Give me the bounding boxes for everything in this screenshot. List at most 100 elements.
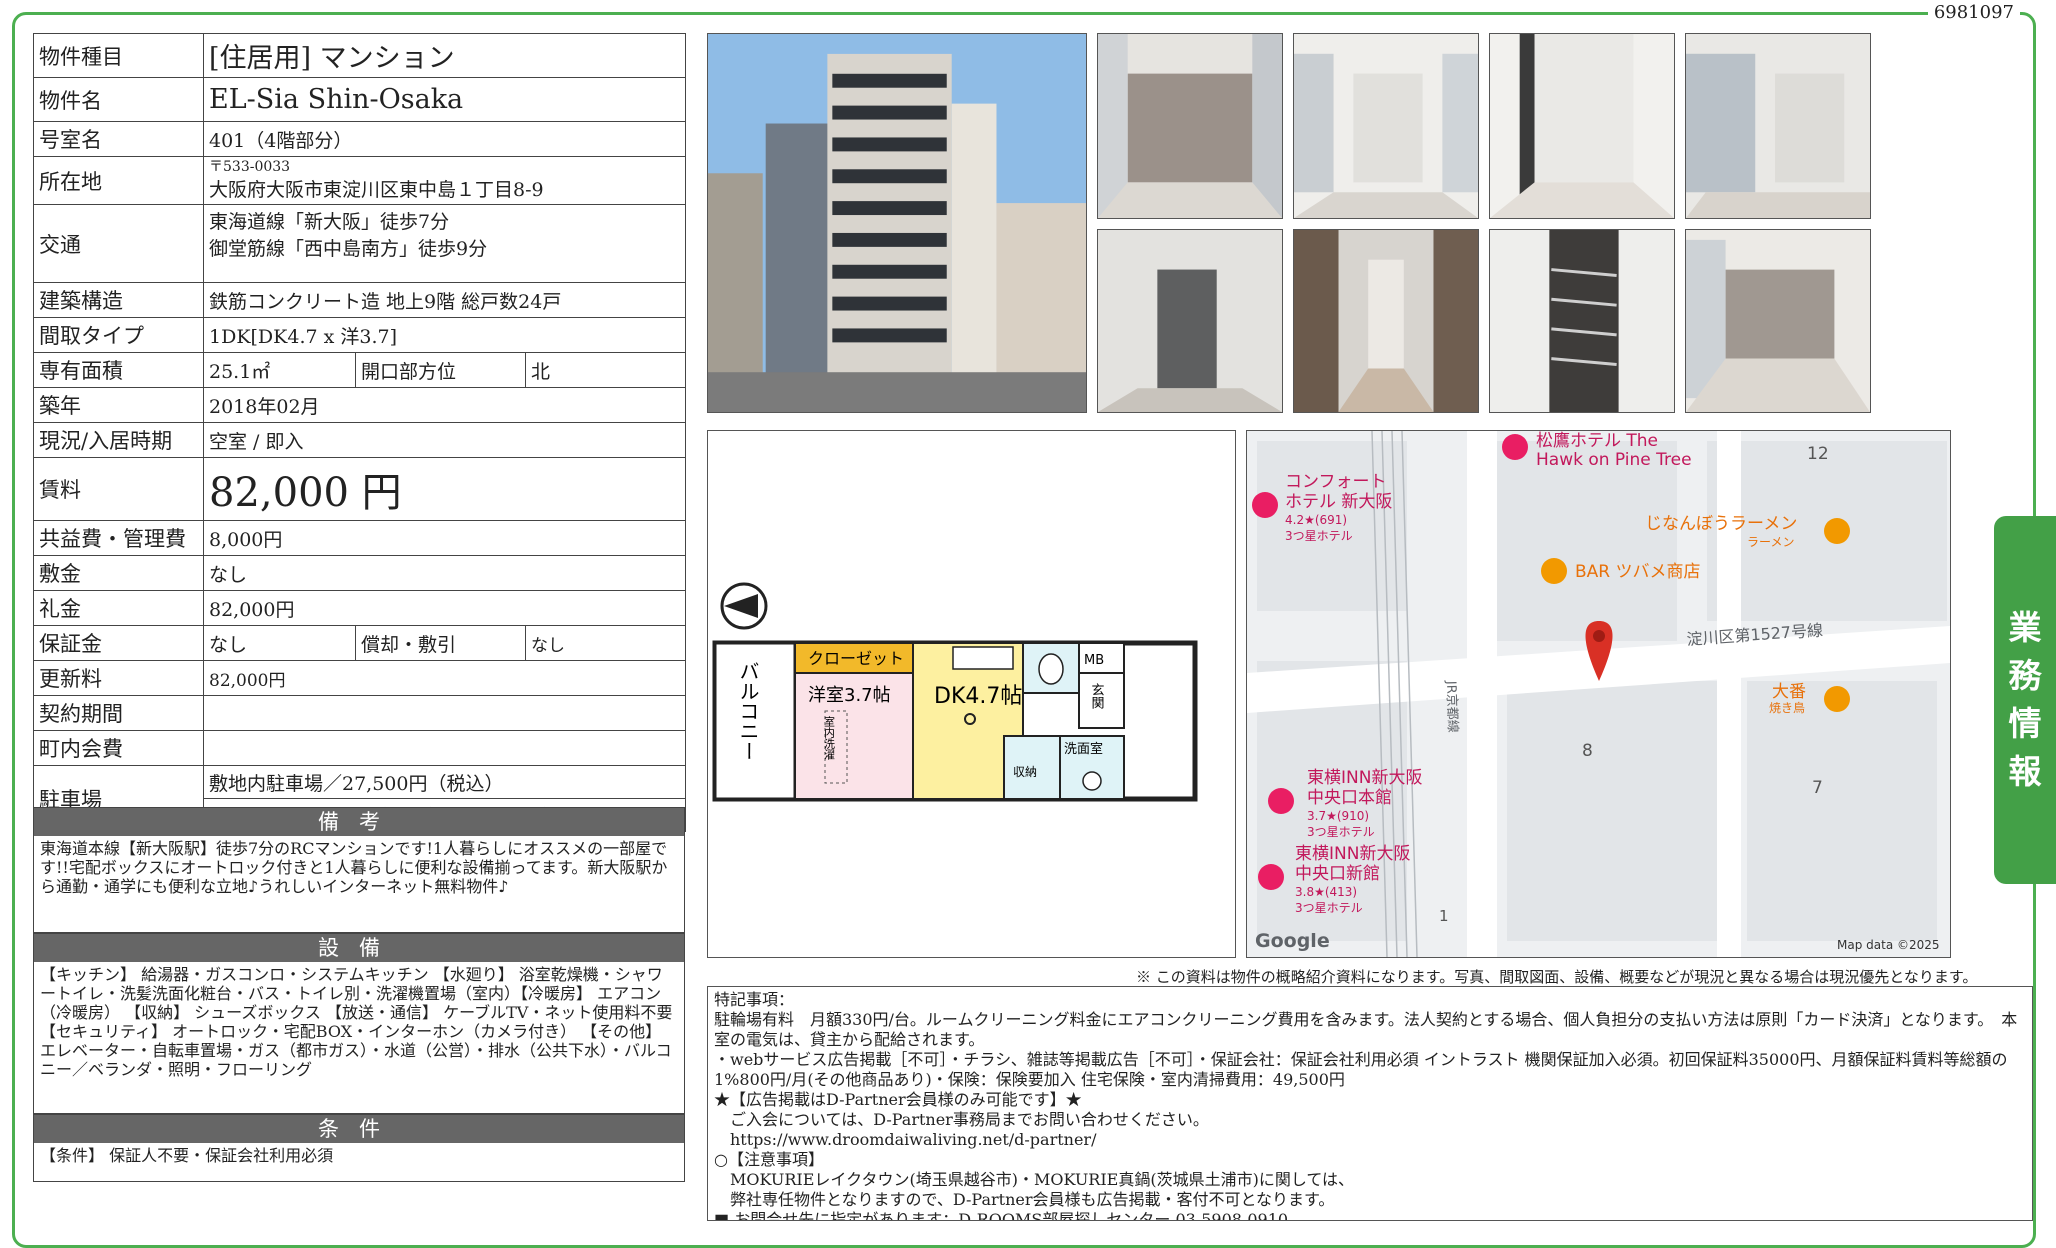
map-block-7: 7 [1812, 778, 1823, 798]
map-block-8: 8 [1582, 741, 1593, 761]
direction-label: 開口部方位 [355, 352, 526, 388]
layout-label: 間取タイプ [33, 317, 204, 353]
hotel2-name: コンフォート [1285, 472, 1387, 492]
interior-photo-6 [1293, 229, 1479, 413]
restaurant-sub: 焼き鳥 [1769, 700, 1805, 715]
special-line-2: ・webサービス広告掲載［不可］・チラシ、雑誌等掲載広告［不可］・保証会社：保証… [714, 1050, 2008, 1089]
interior-photo-3 [1489, 33, 1675, 219]
guarantee-label: 保証金 [33, 625, 204, 661]
google-logo: Google [1255, 930, 1330, 952]
address-cell: 〒533-0033 大阪府大阪市東淀川区東中島１丁目8-9 [202, 156, 687, 205]
indoor-laundry-label: 室内洗濯 [823, 715, 836, 761]
parking-line-1: 敷地内駐車場／27,500円（税込） [202, 765, 687, 799]
fee-label: 共益費・管理費 [33, 520, 204, 556]
hotel3-rating: 3.7★(910) [1307, 809, 1369, 823]
remarks-header: 備考 [34, 808, 684, 836]
rent-label: 賃料 [33, 457, 204, 521]
hotel2-rating: 4.2★(691) [1285, 513, 1347, 527]
amortization-label: 償却・敷引 [355, 625, 526, 661]
hotel4-name: 東横INN新大阪 [1295, 844, 1410, 864]
tab-char-2: 務 [2008, 656, 2042, 695]
hotel4-class: 3つ星ホテル [1295, 901, 1363, 915]
association-label: 町内会費 [33, 730, 204, 766]
property-table: 物件種目 [住居用] マンション 物件名 EL-Sia Shin-Osaka 号室名… [33, 33, 687, 832]
location-map[interactable]: 12 8 7 1 松鷹ホテル The Hawk on Pine Tree コンフ… [1246, 430, 1951, 958]
rent-value: 82,000 円 [202, 457, 687, 521]
key-money-label: 礼金 [33, 590, 204, 626]
map-block-12: 12 [1807, 444, 1829, 464]
special-line-6: ○【注意事項】 [714, 1150, 824, 1169]
document-id: 6981097 [1927, 2, 2020, 23]
tab-char-1: 業 [2008, 608, 2042, 647]
interior-photo-8 [1685, 229, 1871, 413]
washroom-label: 洗面室 [1064, 741, 1103, 757]
special-notes: 特記事項： 駐輪場有料 月額330円/台。ルームクリーニング料金にエアコンクリー… [707, 986, 2033, 1221]
interior-photo-2 [1293, 33, 1479, 219]
tab-char-3: 情 [2008, 704, 2042, 743]
address-label: 所在地 [33, 156, 204, 205]
hotel4-rating: 3.8★(413) [1295, 885, 1357, 899]
type-value: [住居用] マンション [202, 33, 687, 78]
amortization-value: なし [524, 625, 687, 661]
area-label: 専有面積 [33, 352, 204, 388]
special-line-5: https://www.droomdaiwaliving.net/d-partn… [714, 1130, 1097, 1149]
tab-char-4: 報 [2008, 752, 2042, 791]
deposit-value: なし [202, 555, 687, 591]
western-room-label: 洋室3.7帖 [808, 685, 891, 706]
dk-label: DK4.7帖 [934, 684, 1022, 709]
equipment-header: 設備 [34, 934, 684, 962]
closet-label: クローゼット [808, 649, 904, 668]
direction-value: 北 [524, 352, 687, 388]
remarks-section: 備考 東海道本線【新大阪駅】徒歩7分のRCマンションです!1人暮らしにオススメの… [33, 807, 685, 933]
interior-photo-1 [1097, 33, 1283, 219]
rail-name: JR京都線 [1443, 680, 1461, 733]
access-cell: 東海道線「新大阪」徒歩7分 御堂筋線「西中島南方」徒歩9分 [202, 204, 687, 283]
built-label: 築年 [33, 387, 204, 423]
hotel3-name2: 中央口本館 [1307, 788, 1392, 808]
interior-photo-5 [1097, 229, 1283, 413]
interior-photo-4 [1685, 33, 1871, 219]
map-credit: Map data ©2025 [1837, 938, 1940, 952]
bar-name: BAR ツバメ商店 [1575, 562, 1701, 582]
name-value: EL-Sia Shin-Osaka [202, 77, 687, 122]
deposit-label: 敷金 [33, 555, 204, 591]
hotel2-name2: ホテル 新大阪 [1285, 492, 1392, 512]
remarks-body: 東海道本線【新大阪駅】徒歩7分のRCマンションです!1人暮らしにオススメの一部屋… [40, 839, 668, 896]
name-label: 物件名 [33, 77, 204, 122]
storage-label: 収納 [1013, 765, 1037, 779]
conditions-header: 条件 [34, 1115, 684, 1143]
structure-value: 鉄筋コンクリート造 地上9階 総戸数24戸 [202, 282, 687, 318]
business-info-tab[interactable]: 業 務 情 報 [1994, 516, 2056, 884]
mb-label: MB [1084, 653, 1104, 668]
layout-value: 1DK[DK4.7 x 洋3.7] [202, 317, 687, 353]
address-zip: 〒533-0033 [209, 158, 291, 175]
ramen-sub: ラーメン [1747, 535, 1795, 549]
room-label: 号室名 [33, 121, 204, 157]
term-label: 契約期間 [33, 695, 204, 731]
renewal-label: 更新料 [33, 660, 204, 696]
special-line-1: 駐輪場有料 月額330円/台。ルームクリーニング料金にエアコンクリーニング費用を… [714, 1010, 2018, 1049]
entrance-label: 玄関 [1089, 683, 1105, 710]
association-value [202, 730, 687, 766]
term-value [202, 695, 687, 731]
ramen-name: じなんぼうラーメン [1645, 514, 1797, 534]
hotel4-name2: 中央口新館 [1295, 864, 1380, 884]
hotel3-name: 東横INN新大阪 [1307, 768, 1422, 788]
built-value: 2018年02月 [202, 387, 687, 423]
fee-value: 8,000円 [202, 520, 687, 556]
access-label: 交通 [33, 204, 204, 283]
hotel1-name2: Hawk on Pine Tree [1536, 450, 1692, 470]
hotel3-class: 3つ星ホテル [1307, 825, 1375, 839]
interior-photo-7 [1489, 229, 1675, 413]
map-block-1: 1 [1439, 907, 1449, 925]
area-value: 25.1㎡ [203, 352, 356, 388]
hotel1-name: 松鷹ホテル The [1536, 431, 1658, 451]
address-value: 大阪府大阪市東淀川区東中島１丁目8-9 [209, 178, 544, 201]
equipment-body: 【キッチン】 給湯器・ガスコンロ・システムキッチン 【水廻り】 浴室乾燥機・シャ… [40, 965, 678, 1079]
status-value: 空室 / 即入 [202, 422, 687, 458]
equipment-section: 設備 【キッチン】 給湯器・ガスコンロ・システムキッチン 【水廻り】 浴室乾燥機… [33, 933, 685, 1114]
special-title: 特記事項： [714, 990, 795, 1009]
balcony-label: バルコニー [736, 661, 760, 761]
restaurant-name: 大番 [1772, 682, 1806, 702]
conditions-body: 【条件】 保証人不要・保証会社利用必須 [40, 1146, 334, 1165]
